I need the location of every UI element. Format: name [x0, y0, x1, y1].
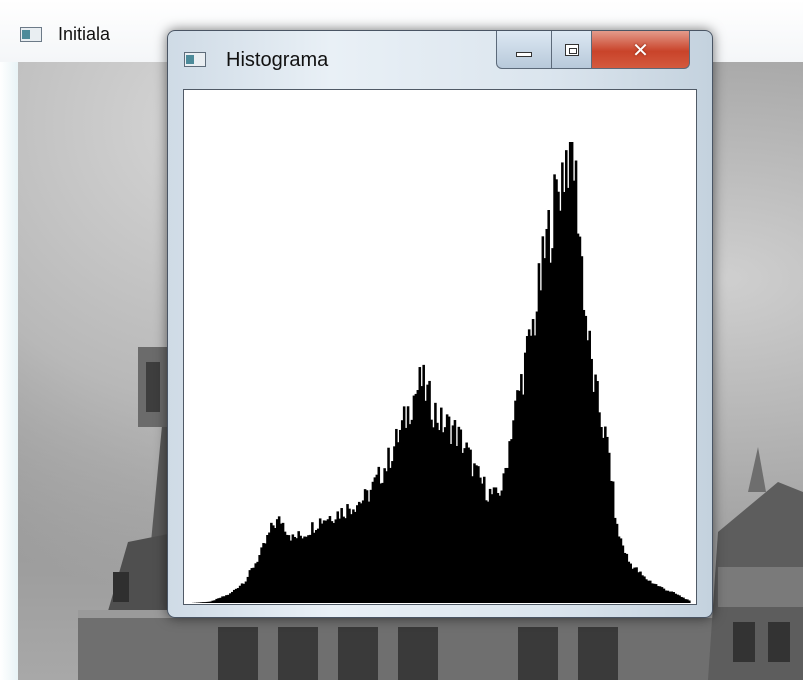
minimize-icon — [516, 52, 532, 57]
histogram-chart — [191, 142, 691, 604]
histogram-window: Histograma ✕ — [167, 30, 713, 618]
histogram-canvas — [183, 89, 697, 605]
background-window-frame — [0, 62, 18, 680]
background-window-title: Initiala — [58, 24, 111, 44]
maximize-button[interactable] — [552, 31, 592, 69]
minimize-button[interactable] — [496, 31, 552, 69]
window-app-icon — [20, 27, 42, 42]
caption-buttons: ✕ — [496, 31, 700, 71]
close-icon: ✕ — [632, 37, 649, 62]
maximize-icon — [564, 43, 579, 56]
window-app-icon — [184, 52, 206, 67]
histogram-window-title: Histograma — [226, 49, 329, 71]
histogram-window-titlebar[interactable]: Histograma ✕ — [168, 31, 712, 87]
histogram-bar — [688, 600, 691, 603]
close-button[interactable]: ✕ — [592, 31, 690, 69]
